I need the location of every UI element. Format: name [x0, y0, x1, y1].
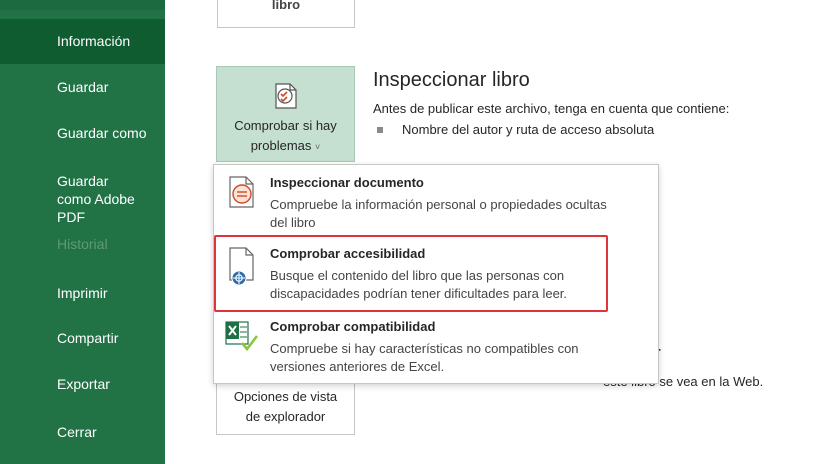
sidebar-item-historial: Historial [0, 235, 165, 253]
main-content: libro Comprobar si hay problemas ˅ Inspe… [165, 0, 828, 464]
protect-workbook-tile[interactable]: libro [217, 0, 355, 28]
tile-label: libro [271, 0, 301, 12]
menu-item-title: Comprobar accesibilidad [270, 246, 426, 261]
sidebar-item-imprimir[interactable]: Imprimir [0, 284, 165, 302]
sidebar-item-guardar[interactable]: Guardar [0, 78, 165, 96]
sidebar-item-cerrar[interactable]: Cerrar [0, 423, 165, 441]
sidebar-item-label: Cerrar [57, 424, 97, 440]
sidebar-item-guardar-como[interactable]: Guardar como [0, 124, 165, 142]
menu-item-title: Inspeccionar documento [270, 175, 424, 190]
browser-view-options-label: Opciones de vista de explorador [233, 389, 338, 424]
inspect-document-icon [226, 175, 260, 216]
sidebar-item-informacion[interactable]: Información [0, 19, 165, 64]
sidebar-item-label: Guardar [57, 79, 109, 95]
check-issues-menu: Inspeccionar documento Compruebe la info… [213, 164, 659, 384]
chevron-down-icon: ˅ [315, 142, 321, 152]
menu-item-description: Compruebe la información personal o prop… [270, 197, 607, 230]
inspect-section-title: Inspeccionar libro [373, 69, 530, 91]
inspect-section-description: Antes de publicar este archivo, tenga en… [373, 101, 730, 116]
menu-item-inspect-document[interactable]: Inspeccionar documento Compruebe la info… [214, 165, 658, 235]
check-issues-button[interactable]: Comprobar si hay problemas ˅ [216, 66, 355, 162]
sidebar-item-label: Información [57, 33, 131, 49]
bullet-square-icon [377, 127, 383, 133]
menu-item-description: Busque el contenido del libro que las pe… [270, 268, 568, 301]
menu-item-description: Compruebe si hay características no comp… [270, 341, 579, 374]
sidebar-item-label: Historial [57, 236, 108, 252]
menu-item-title: Comprobar compatibilidad [270, 319, 436, 334]
sidebar-item-label: Imprimir [57, 285, 108, 301]
sidebar-item-label: Compartir [57, 330, 119, 346]
menu-item-check-compatibility[interactable]: Comprobar compatibilidad Compruebe si ha… [214, 313, 658, 383]
backstage-sidebar: Información Guardar Guardar como Guardar… [0, 0, 165, 464]
sidebar-item-label: Exportar [57, 376, 110, 392]
sidebar-item-label: Guardar como [57, 125, 147, 141]
menu-item-check-accessibility[interactable]: Comprobar accesibilidad Busque el conten… [214, 237, 658, 312]
sidebar-item-compartir[interactable]: Compartir [0, 329, 165, 347]
check-issues-label: Comprobar si hay problemas ˅ [234, 118, 337, 153]
sidebar-item-guardar-pdf[interactable]: Guardar como Adobe PDF [0, 172, 150, 226]
excel-compatibility-icon [224, 318, 260, 359]
sidebar-item-exportar[interactable]: Exportar [0, 375, 165, 393]
inspect-document-icon [273, 81, 299, 114]
sidebar-top-strip [0, 0, 165, 10]
sidebar-item-label: Guardar como Adobe PDF [57, 173, 135, 225]
accessibility-check-icon [226, 246, 260, 291]
